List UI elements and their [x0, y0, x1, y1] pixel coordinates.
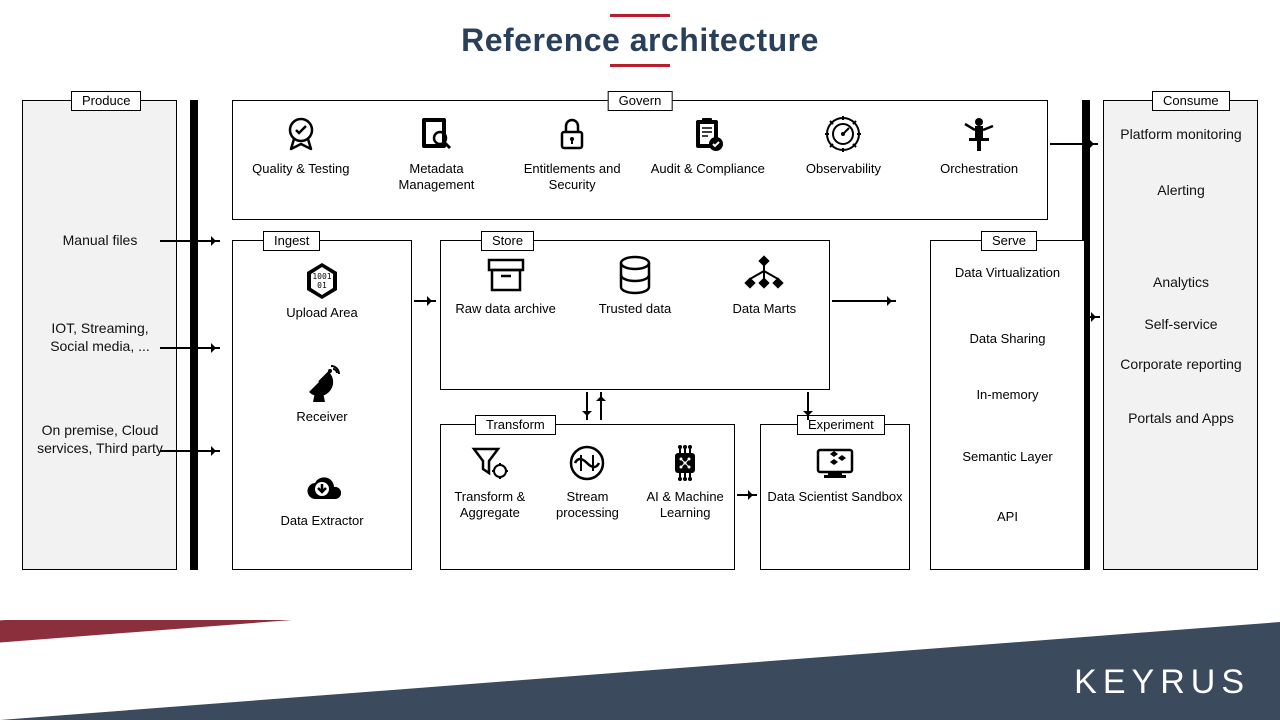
produce-item-onprem: On premise, Cloud services, Third party [31, 421, 169, 457]
sandbox-icon [761, 441, 909, 485]
transform-item-aiml: AI & Machine Learning [639, 441, 731, 520]
consume-label: Consume [1152, 91, 1230, 111]
title-accent-top [610, 14, 670, 17]
store-text-0: Raw data archive [455, 301, 555, 316]
serve-item-api: API [931, 509, 1084, 525]
ingest-item-upload: 100101 Upload Area [233, 259, 411, 320]
govern-text-1: Metadata Management [399, 161, 475, 192]
govern-panel: Govern Quality & Testing Metadata Manage… [232, 100, 1048, 220]
store-item-raw: Raw data archive [451, 253, 561, 317]
serve-item-sharing: Data Sharing [931, 331, 1084, 347]
arrow-transform-experiment [737, 494, 757, 496]
ingest-text-2: Data Extractor [280, 513, 363, 528]
arrow-produce-receiver [160, 347, 220, 349]
produce-label: Produce [71, 91, 141, 111]
experiment-item-sandbox: Data Scientist Sandbox [761, 441, 909, 505]
consume-item-report: Corporate reporting [1112, 355, 1250, 373]
govern-item-orchestration: Orchestration [919, 111, 1039, 177]
arrow-govern-consume [1050, 143, 1098, 145]
cloud-download-icon [233, 467, 411, 511]
transform-item-stream: Stream processing [541, 441, 633, 520]
arrow-transform-store-up [600, 392, 602, 420]
title-accent-bottom [610, 64, 670, 67]
page-title: Reference architecture [0, 22, 1280, 59]
conductor-icon [919, 111, 1039, 157]
govern-item-observability: Observability [783, 111, 903, 177]
experiment-panel: Experiment Data Scientist Sandbox [760, 424, 910, 570]
govern-item-quality: Quality & Testing [241, 111, 361, 177]
store-label: Store [481, 231, 534, 251]
svg-text:01: 01 [317, 281, 327, 290]
produce-item-manual: Manual files [31, 231, 169, 249]
arrow-store-serve [832, 300, 896, 302]
ingest-text-0: Upload Area [286, 305, 358, 320]
ingest-item-extractor: Data Extractor [233, 467, 411, 528]
stream-icon [541, 441, 633, 485]
arrow-serve-consume [1087, 316, 1100, 318]
footer-logo: KEYRUS [1074, 663, 1250, 702]
transform-panel: Transform Transform & Aggregate Stream p… [440, 424, 735, 570]
archive-box-icon [451, 253, 561, 297]
transform-text-1: Stream processing [556, 489, 619, 520]
produce-panel: Produce Manual files IOT, Streaming, Soc… [22, 100, 177, 570]
gauge-icon [783, 111, 903, 157]
ingest-text-1: Receiver [296, 409, 347, 424]
govern-item-metadata: Metadata Management [376, 111, 496, 192]
ribbon-check-icon [241, 111, 361, 157]
govern-text-3: Audit & Compliance [651, 161, 765, 176]
transform-label: Transform [475, 415, 556, 435]
transform-text-0: Transform & Aggregate [454, 489, 525, 520]
arrow-store-transform-down [586, 392, 588, 420]
serve-item-inmem: In-memory [931, 387, 1084, 403]
satellite-dish-icon [233, 363, 411, 407]
datamart-icon [709, 253, 819, 297]
database-icon [580, 253, 690, 297]
govern-label: Govern [608, 91, 673, 111]
hex-binary-icon: 100101 [233, 259, 411, 303]
store-panel: Store Raw data archive Trusted data Data… [440, 240, 830, 390]
arrow-produce-extractor [160, 450, 220, 452]
serve-panel: Serve Data Virtualization Data Sharing I… [930, 240, 1085, 570]
lock-icon [512, 111, 632, 157]
ingest-panel: Ingest 100101 Upload Area Receiver Data … [232, 240, 412, 570]
serve-item-semantic: Semantic Layer [931, 449, 1084, 465]
serve-label: Serve [981, 231, 1037, 251]
store-item-trusted: Trusted data [580, 253, 690, 317]
consume-item-analytics: Analytics [1112, 273, 1250, 291]
produce-item-iot: IOT, Streaming, Social media, ... [31, 319, 169, 355]
govern-text-4: Observability [806, 161, 881, 176]
govern-item-audit: Audit & Compliance [648, 111, 768, 177]
govern-text-0: Quality & Testing [252, 161, 349, 176]
experiment-text-0: Data Scientist Sandbox [767, 489, 902, 504]
consume-item-alert: Alerting [1112, 181, 1250, 199]
divider-left [190, 100, 198, 570]
svg-text:1001: 1001 [312, 272, 331, 281]
funnel-gear-icon [444, 441, 536, 485]
store-text-2: Data Marts [733, 301, 797, 316]
transform-item-agg: Transform & Aggregate [444, 441, 536, 520]
consume-panel: Consume Platform monitoring Alerting Ana… [1103, 100, 1258, 570]
store-text-1: Trusted data [599, 301, 672, 316]
govern-item-security: Entitlements and Security [512, 111, 632, 192]
ingest-item-receiver: Receiver [233, 363, 411, 424]
govern-text-2: Entitlements and Security [524, 161, 621, 192]
book-search-icon [376, 111, 496, 157]
ai-chip-icon [639, 441, 731, 485]
govern-text-5: Orchestration [940, 161, 1018, 176]
store-item-marts: Data Marts [709, 253, 819, 317]
consume-item-monitor: Platform monitoring [1112, 125, 1250, 143]
arrow-store-experiment [807, 392, 809, 420]
ingest-label: Ingest [263, 231, 320, 251]
consume-item-portals: Portals and Apps [1112, 409, 1250, 427]
consume-item-selfsvc: Self-service [1112, 315, 1250, 333]
clipboard-check-icon [648, 111, 768, 157]
arrow-produce-upload [160, 240, 220, 242]
transform-text-2: AI & Machine Learning [646, 489, 723, 520]
arrow-ingest-store [414, 300, 436, 302]
serve-item-virt: Data Virtualization [931, 265, 1084, 281]
